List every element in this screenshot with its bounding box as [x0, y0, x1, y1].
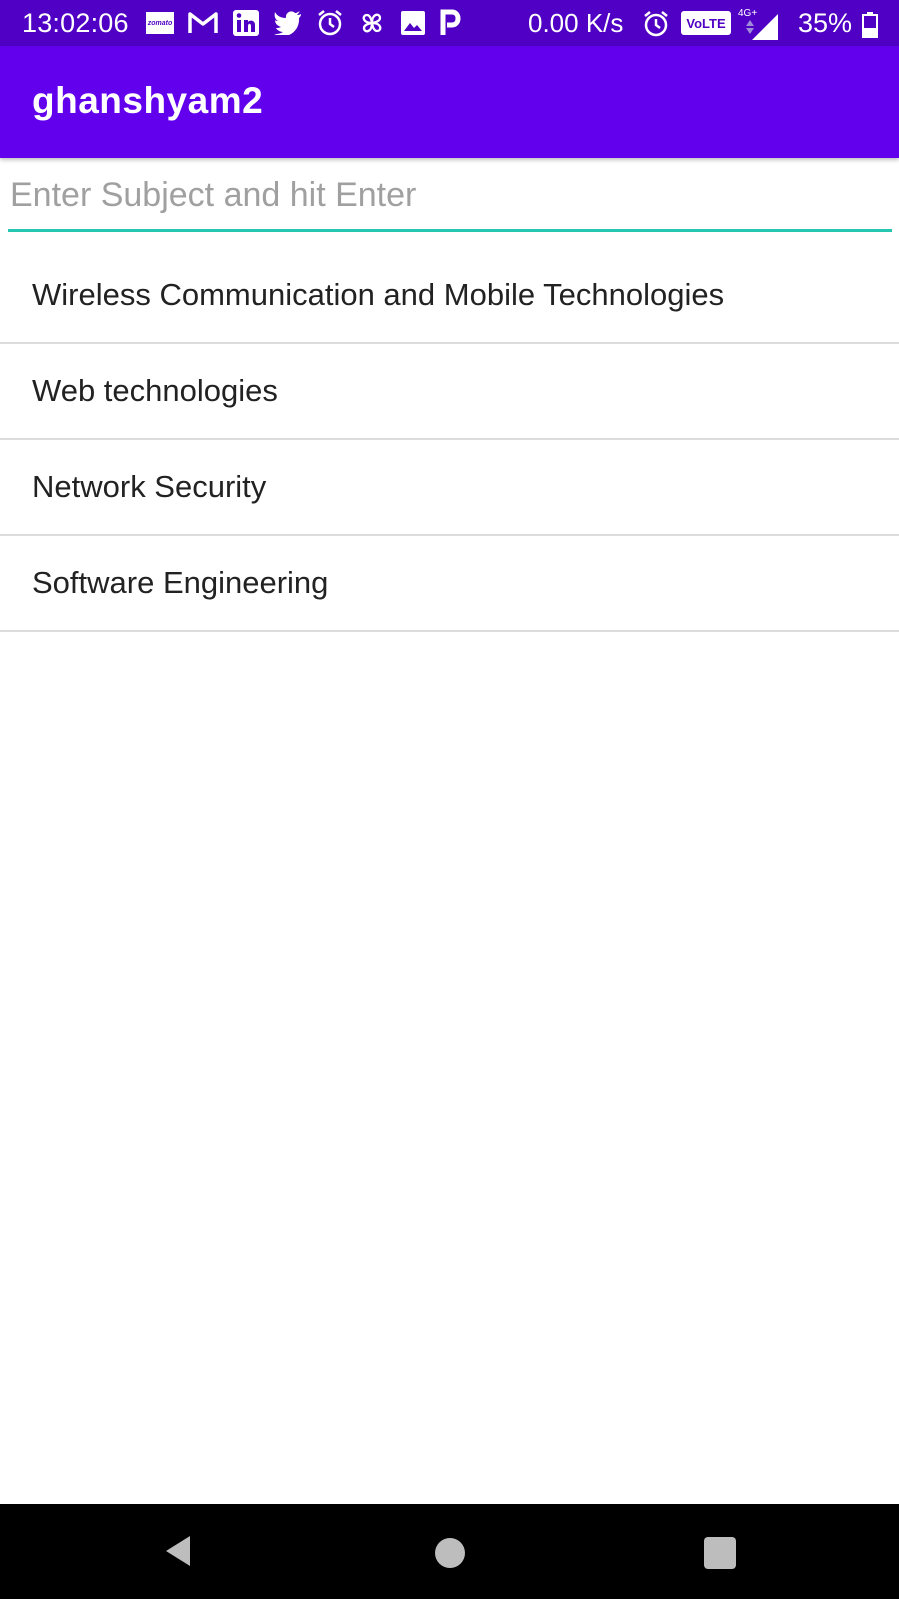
back-icon[interactable]: [162, 1534, 194, 1573]
paytm-icon: [440, 9, 462, 37]
recents-icon[interactable]: [704, 1537, 736, 1569]
list-item[interactable]: Wireless Communication and Mobile Techno…: [0, 248, 899, 344]
notification-icons: zomato: [146, 8, 462, 38]
home-icon[interactable]: [435, 1538, 465, 1568]
status-bar: 13:02:06 zomato 0.00 K/s VoLTE 4G+ 35%: [0, 0, 899, 46]
pinwheel-icon: [358, 9, 386, 37]
twitter-icon: [274, 11, 302, 35]
battery-icon: [862, 12, 878, 38]
subject-list: Wireless Communication and Mobile Techno…: [0, 248, 899, 632]
app-title: ghanshyam2: [32, 80, 264, 121]
gmail-icon: [188, 11, 218, 35]
zomato-icon: zomato: [146, 12, 174, 34]
alarm-icon: [642, 10, 670, 38]
alarm-icon: [316, 9, 344, 37]
network-speed: 0.00 K/s: [528, 8, 624, 38]
volte-badge: VoLTE: [681, 11, 731, 35]
app-bar: ghanshyam2: [0, 46, 899, 158]
subject-input[interactable]: [8, 172, 892, 232]
signal-icon: [744, 12, 780, 40]
list-item[interactable]: Software Engineering: [0, 536, 899, 632]
status-time: 13:02:06: [22, 8, 129, 38]
navigation-bar: [0, 1504, 899, 1599]
linkedin-icon: [232, 9, 260, 37]
list-item[interactable]: Network Security: [0, 440, 899, 536]
battery-level: 35%: [798, 8, 853, 38]
list-item[interactable]: Web technologies: [0, 344, 899, 440]
gallery-icon: [400, 10, 426, 36]
